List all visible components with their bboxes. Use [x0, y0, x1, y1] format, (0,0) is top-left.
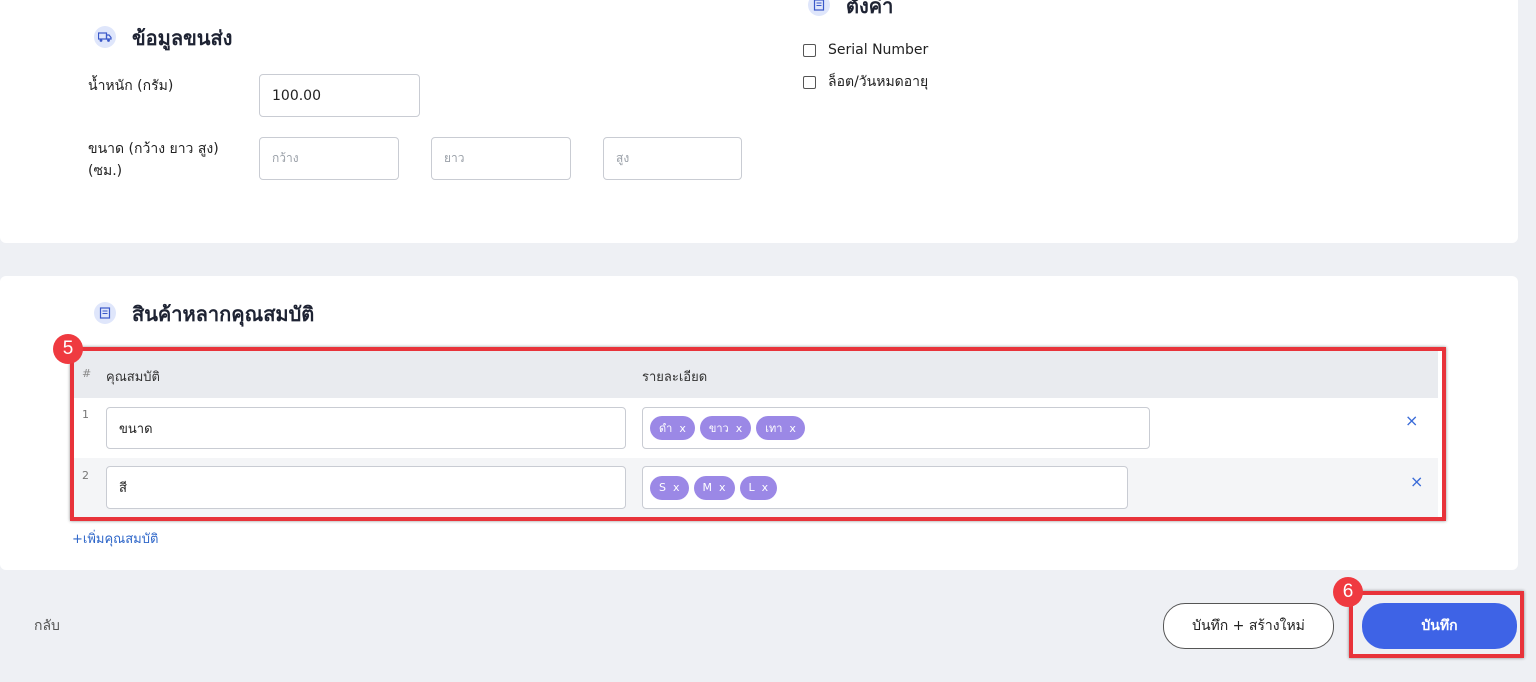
- weight-input[interactable]: 100.00: [259, 74, 420, 117]
- variants-title: สินค้าหลากคุณสมบัติ: [132, 302, 315, 326]
- lot-expiry-checkbox[interactable]: ล็อต/วันหมดอายุ: [803, 71, 928, 93]
- size-label-line2: (ซม.): [88, 163, 123, 179]
- height-input[interactable]: สูง: [603, 137, 742, 180]
- size-label-line1: ขนาด (กว้าง ยาว สูง): [88, 141, 219, 157]
- shipping-title: ข้อมูลขนส่ง: [132, 26, 233, 50]
- annotation-number-6: 6: [1333, 577, 1363, 607]
- checkbox-label: ล็อต/วันหมดอายุ: [828, 74, 929, 90]
- annotation-number-5: 5: [53, 334, 83, 364]
- annotation-box-6: [1349, 591, 1524, 658]
- add-attribute-link[interactable]: +เพิ่มคุณสมบัติ: [72, 528, 158, 549]
- settings-title: ตั้งค่า: [846, 0, 894, 18]
- size-label: ขนาด (กว้าง ยาว สูง) (ซม.): [88, 138, 219, 182]
- annotation-box-5: [70, 347, 1446, 521]
- weight-label: น้ำหนัก (กรัม): [88, 78, 174, 94]
- back-link[interactable]: กลับ: [34, 615, 60, 637]
- save-and-new-button[interactable]: บันทึก + สร้างใหม่: [1163, 603, 1334, 649]
- length-input[interactable]: ยาว: [431, 137, 571, 180]
- truck-icon: [94, 26, 116, 48]
- document-icon: [94, 302, 116, 324]
- width-input[interactable]: กว้าง: [259, 137, 399, 180]
- checkbox-box[interactable]: [803, 75, 816, 89]
- serial-number-checkbox[interactable]: Serial Number: [803, 42, 928, 58]
- checkbox-box[interactable]: [803, 43, 816, 57]
- checkbox-label: Serial Number: [828, 42, 929, 58]
